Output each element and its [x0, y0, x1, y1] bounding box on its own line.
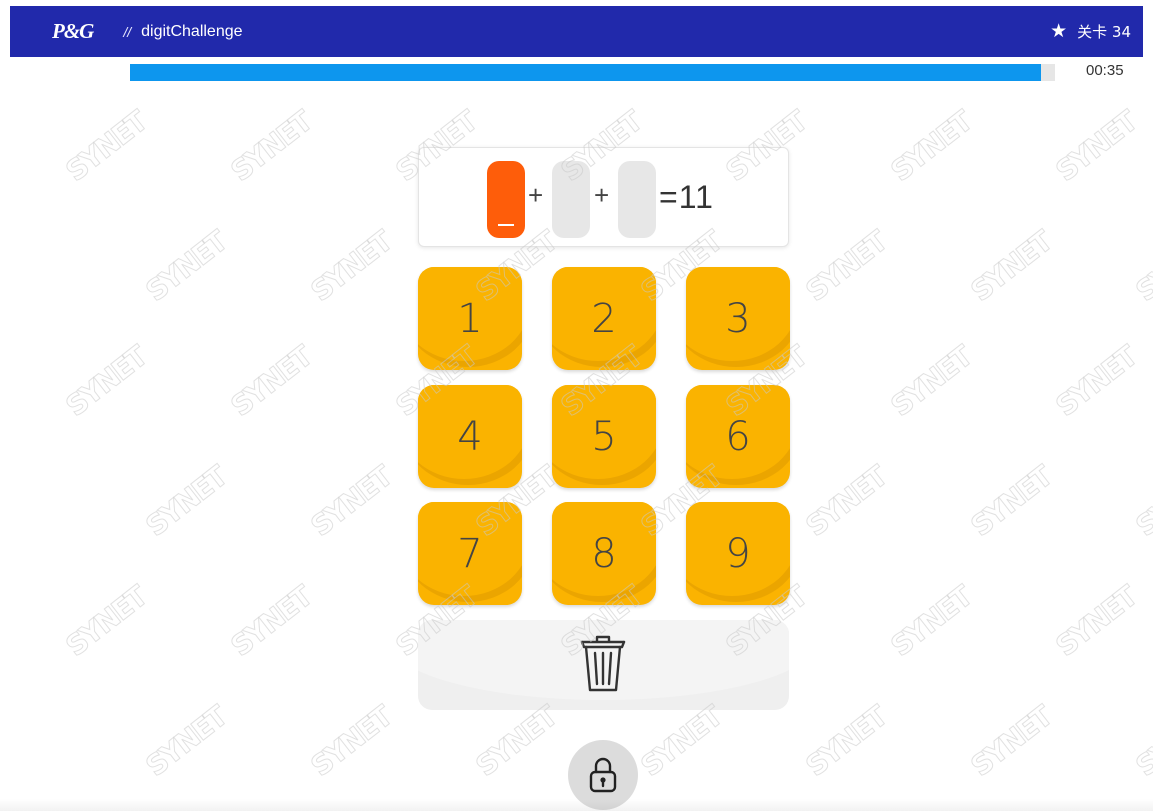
- watermark-text: SYNET: [304, 700, 398, 784]
- watermark-text: SYNET: [1129, 700, 1153, 784]
- watermark-text: SYNET: [139, 700, 233, 784]
- pg-logo: P&G: [52, 19, 94, 43]
- watermark-text: SYNET: [139, 460, 233, 544]
- equation-panel: + + =11: [418, 147, 789, 247]
- trash-icon: [580, 635, 626, 692]
- watermark-text: SYNET: [799, 700, 893, 784]
- equation-result: =11: [659, 179, 714, 215]
- digit-key-5[interactable]: 5: [552, 385, 656, 488]
- star-icon: ★: [1050, 21, 1068, 42]
- watermark-text: SYNET: [799, 225, 893, 309]
- timer-progress-fill: [130, 64, 1042, 81]
- level-label: 关卡 34: [1077, 23, 1131, 41]
- app-header: P&G // digitChallenge ★ 关卡 34: [10, 6, 1143, 57]
- digit-key-4[interactable]: 4: [418, 385, 522, 488]
- digit-key-9[interactable]: 9: [686, 502, 790, 605]
- watermark-text: SYNET: [304, 460, 398, 544]
- watermark-text: SYNET: [224, 340, 318, 424]
- digit-key-7[interactable]: 7: [418, 502, 522, 605]
- watermark-text: SYNET: [59, 340, 153, 424]
- digit-key-6[interactable]: 6: [686, 385, 790, 488]
- timer-progress-bar: [130, 64, 1055, 81]
- watermark-text: SYNET: [1049, 580, 1143, 664]
- watermark-text: SYNET: [1129, 225, 1153, 309]
- level-indicator: ★ 关卡 34: [1050, 21, 1131, 42]
- watermark-text: SYNET: [964, 225, 1058, 309]
- answer-slot-1[interactable]: [487, 161, 525, 238]
- digit-key-8[interactable]: 8: [552, 502, 656, 605]
- watermark-text: SYNET: [799, 460, 893, 544]
- watermark-text: SYNET: [964, 460, 1058, 544]
- plus-operator-1: +: [528, 180, 544, 210]
- input-cursor: [498, 224, 514, 226]
- delete-button[interactable]: [418, 620, 789, 710]
- watermark-text: SYNET: [139, 225, 233, 309]
- countdown-timer: 00:35: [1086, 62, 1124, 79]
- watermark-text: SYNET: [469, 700, 563, 784]
- answer-slot-3[interactable]: [618, 161, 656, 238]
- digit-key-3[interactable]: 3: [686, 267, 790, 370]
- digit-key-2[interactable]: 2: [552, 267, 656, 370]
- watermark-text: SYNET: [884, 580, 978, 664]
- watermark-text: SYNET: [634, 700, 728, 784]
- watermark-text: SYNET: [224, 580, 318, 664]
- watermark-text: SYNET: [59, 105, 153, 189]
- app-title: digitChallenge: [141, 22, 243, 40]
- watermark-text: SYNET: [884, 105, 978, 189]
- watermark-text: SYNET: [304, 225, 398, 309]
- watermark-text: SYNET: [224, 105, 318, 189]
- lock-icon: [589, 757, 617, 793]
- digit-key-1[interactable]: 1: [418, 267, 522, 370]
- answer-slot-2[interactable]: [552, 161, 590, 238]
- watermark-text: SYNET: [1129, 460, 1153, 544]
- bottom-edge-shadow: [0, 799, 1153, 811]
- watermark-text: SYNET: [1049, 340, 1143, 424]
- breadcrumb-separator: //: [123, 23, 132, 40]
- watermark-text: SYNET: [964, 700, 1058, 784]
- plus-operator-2: +: [594, 180, 610, 210]
- watermark-text: SYNET: [59, 580, 153, 664]
- watermark-text: SYNET: [1049, 105, 1143, 189]
- watermark-text: SYNET: [884, 340, 978, 424]
